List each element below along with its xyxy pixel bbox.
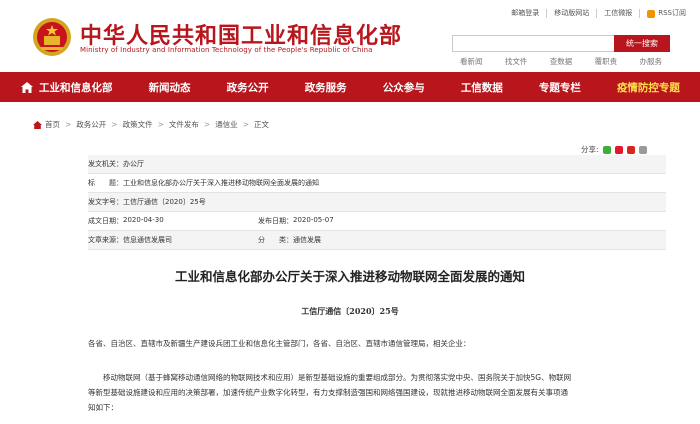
crumb-separator: >: [242, 120, 249, 129]
document-title: 工业和信息化部办公厅关于深入推进移动物联网全面发展的通知: [174, 269, 525, 284]
crumb-current: 正文: [253, 120, 269, 129]
search-bar: 统一搜索: [452, 35, 670, 52]
meta-value: 2020-05-07: [293, 216, 334, 224]
quick-link[interactable]: 找文件: [505, 56, 528, 67]
meta-row: 成文日期： 2020-04-30 发布日期： 2020-05-07: [88, 212, 666, 231]
toplink-weibo[interactable]: 工信微报: [597, 9, 641, 18]
house-icon: [21, 81, 33, 93]
crumb-telecom[interactable]: 通信业: [215, 119, 238, 130]
crumb-separator: >: [203, 120, 211, 129]
breadcrumb: 首页 > 政务公开 > 政策文件 > 文件发布 > 通信业 > 正文: [33, 119, 269, 130]
search-button[interactable]: 统一搜索: [614, 35, 670, 52]
share-label: 分享:: [581, 145, 599, 154]
meta-key: 文章来源：: [88, 236, 123, 244]
document-number: 工信厅通信〔2020〕25号: [301, 306, 399, 316]
meta-key: 发文机关：: [88, 160, 123, 168]
meta-row: 标 题： 工业和信息化部办公厅关于深入推进移动物联网全面发展的通知: [88, 174, 666, 193]
nav-item-services[interactable]: 政务服务: [305, 80, 347, 95]
nav-item-data[interactable]: 工信数据: [461, 80, 503, 95]
meta-key: 发布日期：: [258, 217, 293, 225]
toplink-mobile[interactable]: 移动版网站: [547, 9, 598, 18]
crumb-separator: >: [111, 120, 118, 129]
meta-value: 信息通信发展司: [123, 236, 172, 244]
quick-link[interactable]: 查数据: [550, 56, 573, 67]
crumb-home[interactable]: 首页: [45, 119, 60, 130]
body-line: 移动物联网（基于蜂窝移动通信网络的物联网技术和应用）是新型基础设施的重要组成部分…: [88, 373, 572, 382]
quick-link[interactable]: 办服务: [640, 56, 663, 67]
print-icon[interactable]: [638, 145, 647, 154]
rss-icon: [647, 9, 656, 18]
document-metadata: 发文机关： 办公厅 标 题： 工业和信息化部办公厅关于深入推进移动物联网全面发展的通…: [88, 155, 666, 250]
crumb-release[interactable]: 文件发布: [169, 119, 199, 130]
quick-links: 看新闻 找文件 查数据 覆职责 办服务: [452, 56, 670, 67]
quick-link[interactable]: 覆职责: [595, 56, 618, 67]
crumb-separator: >: [157, 120, 164, 129]
meta-value: 办公厅: [123, 160, 144, 168]
body-line: 等新型基础设施建设和应用的决策部署，加速传统产业数字化转型，有力支撑制造强国和网…: [88, 388, 568, 397]
meta-value: 工信厅通信〔2020〕25号: [123, 198, 206, 206]
meta-key: 成文日期：: [88, 217, 123, 225]
crumb-policy[interactable]: 政策文件: [123, 119, 153, 130]
meta-value: 工业和信息化部办公厅关于深入推进移动物联网全面发展的通知: [123, 179, 319, 187]
crumb-gov[interactable]: 政务公开: [76, 119, 106, 130]
nav-item-participation[interactable]: 公众参与: [383, 80, 425, 95]
nav-item-home[interactable]: 工业和信息化部: [20, 80, 113, 95]
weibo-share-icon[interactable]: [614, 145, 623, 154]
meta-value: 2020-04-30: [123, 216, 164, 224]
meta-value: 通信发展: [293, 236, 321, 244]
nav-item-news[interactable]: 新闻动态: [149, 80, 191, 95]
meta-key: 发文字号：: [88, 198, 123, 206]
site-header: 中华人民共和国工业和信息化部 Ministry of Industry and …: [0, 0, 700, 72]
meta-row: 发文字号： 工信厅通信〔2020〕25号: [88, 193, 666, 212]
main-nav: 工业和信息化部 新闻动态 政务公开 政务服务 公众参与 工信数据 专题专栏 疫情…: [0, 72, 700, 102]
crumb-separator: >: [65, 120, 72, 129]
share-bar: 分享:: [581, 144, 647, 155]
meta-key: 标 题：: [88, 179, 123, 187]
body-line: 知如下：: [88, 403, 118, 412]
top-links: 邮箱登录 移动版网站 工信微报 RSS订阅: [504, 9, 686, 18]
search-input[interactable]: [452, 35, 614, 52]
toplink-mail[interactable]: 邮箱登录: [504, 9, 548, 18]
wechat-share-icon[interactable]: [602, 145, 611, 154]
quick-link[interactable]: 看新闻: [460, 56, 483, 67]
meta-row: 发文机关： 办公厅: [88, 155, 666, 174]
nav-item-epidemic[interactable]: 疫情防控专题: [617, 80, 680, 95]
nav-item-topics[interactable]: 专题专栏: [539, 80, 581, 95]
nav-item-gov-affairs[interactable]: 政务公开: [227, 80, 269, 95]
meta-row: 文章来源： 信息通信发展司 分 类： 通信发展: [88, 231, 666, 250]
home-icon: [33, 120, 42, 129]
pdf-icon[interactable]: [626, 145, 635, 154]
toplink-rss[interactable]: RSS订阅: [640, 9, 686, 18]
salutation: 各省、自治区、直辖市及新疆生产建设兵团工业和信息化主管部门，各省、自治区、直辖市…: [88, 339, 471, 348]
site-subtitle: Ministry of Industry and Information Tec…: [80, 46, 373, 54]
meta-key: 分 类：: [258, 236, 293, 244]
national-emblem-icon: [33, 18, 71, 56]
